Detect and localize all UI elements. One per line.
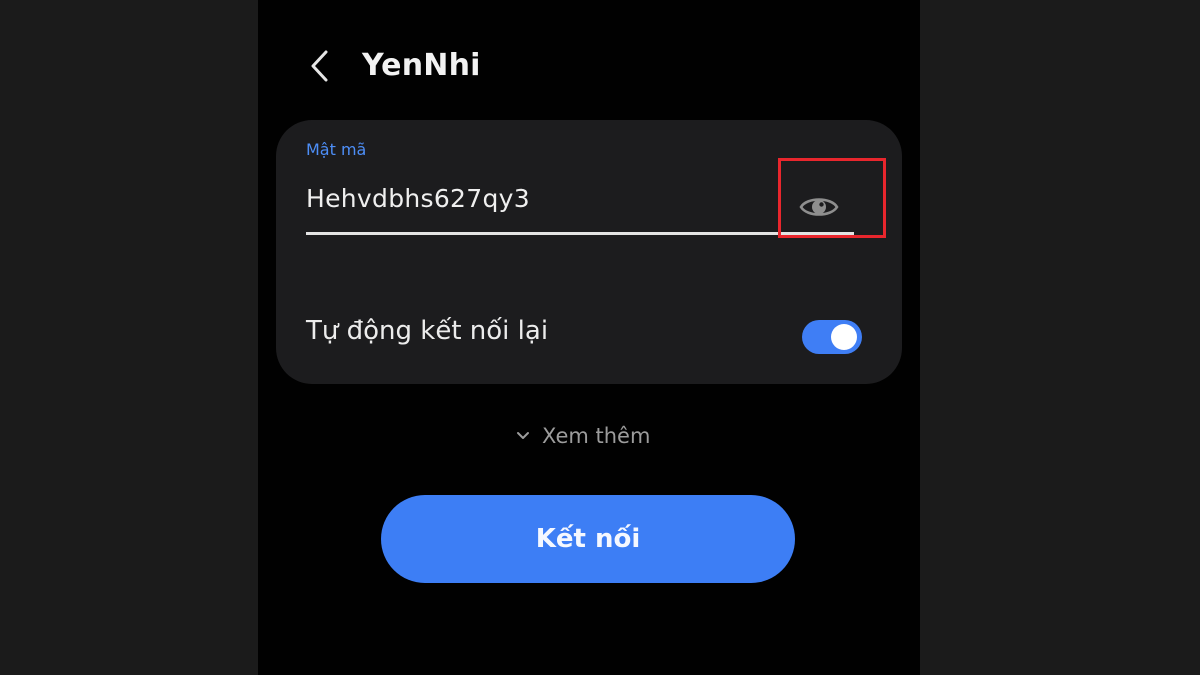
see-more-label: Xem thêm: [542, 424, 651, 448]
phone-screen: YenNhi Mật mã Hehvdbhs627qy3 Tự động kết…: [258, 0, 920, 675]
wifi-settings-card: Mật mã Hehvdbhs627qy3 Tự động kết nối lạ…: [276, 120, 902, 384]
chevron-left-icon: [311, 50, 328, 82]
see-more-link[interactable]: Xem thêm: [516, 420, 650, 452]
password-underline: [306, 232, 854, 235]
password-label: Mật mã: [306, 140, 367, 159]
page-title: YenNhi: [362, 48, 481, 83]
header: YenNhi: [258, 0, 920, 130]
auto-reconnect-label: Tự động kết nối lại: [306, 316, 549, 346]
auto-reconnect-toggle[interactable]: [802, 320, 862, 354]
screenshot-frame: YenNhi Mật mã Hehvdbhs627qy3 Tự động kết…: [0, 0, 1200, 675]
eye-icon: [799, 198, 839, 216]
show-password-button[interactable]: [796, 188, 842, 226]
password-input[interactable]: Hehvdbhs627qy3: [306, 184, 530, 213]
connect-button[interactable]: Kết nối: [381, 495, 795, 583]
back-button[interactable]: [298, 44, 342, 88]
toggle-knob: [831, 324, 857, 350]
chevron-down-icon: [517, 432, 529, 439]
